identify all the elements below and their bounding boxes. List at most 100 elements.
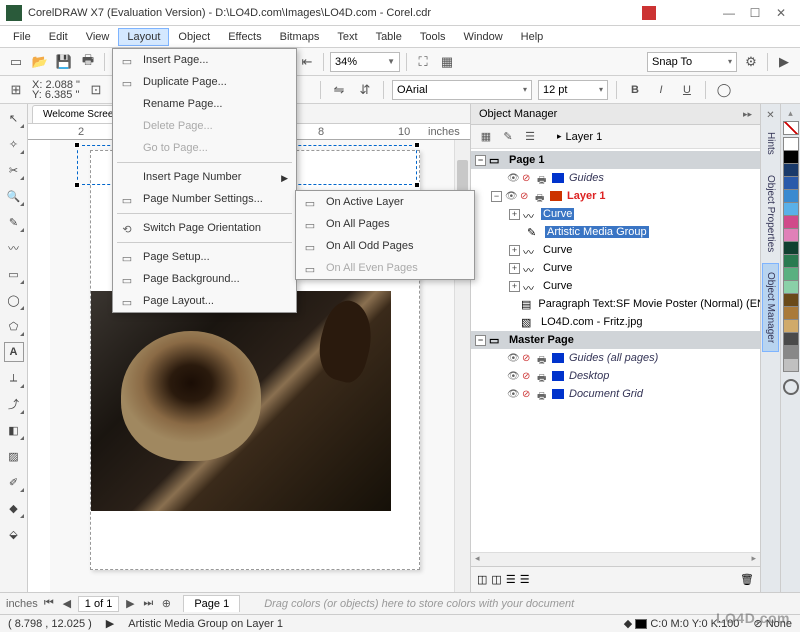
layout-menu-dropdown[interactable]: ▭Insert Page...▭Duplicate Page...Rename … [112,48,297,313]
connector-tool-icon[interactable]: ⤴ [4,394,24,414]
tree-guides-all[interactable]: Guides (all pages) [567,352,660,364]
tree-layer1[interactable]: Layer 1 [565,190,608,202]
smart-fill-tool-icon[interactable]: ⬙ [4,524,24,544]
maximize-button[interactable]: ☐ [742,3,768,23]
tree-page1[interactable]: Page 1 [507,154,546,166]
menu-item[interactable]: Insert Page Number▶ [113,166,296,188]
submenu-item[interactable]: ▭On All Pages [296,213,474,235]
tree-paragraph-text[interactable]: Paragraph Text:SF Movie Poster (Normal) … [536,298,760,310]
color-swatch[interactable] [783,202,799,216]
hints-tab[interactable]: Hints [762,123,779,164]
submenu-item[interactable]: ▭On Active Layer [296,191,474,213]
new-master-icon[interactable]: ◫ [491,573,501,586]
transparency-tool-icon[interactable]: ▨ [4,446,24,466]
layer-mgr-icon[interactable]: ☰ [521,128,539,146]
close-dock-icon[interactable]: ✕ [766,110,774,121]
object-manager-tab[interactable]: Object Manager [762,263,779,352]
menu-bitmaps[interactable]: Bitmaps [271,28,329,46]
color-swatch[interactable] [783,280,799,294]
ellipse-icon[interactable]: ◯ [714,80,734,100]
no-fill-swatch[interactable] [783,121,799,135]
eyedropper-tool-icon[interactable]: ✐ [4,472,24,492]
color-swatch[interactable] [783,150,799,164]
print-icon[interactable]: 🖶 [78,52,98,72]
delete-icon[interactable]: 🗑 [740,573,754,586]
color-swatch[interactable] [783,345,799,359]
options-icon[interactable]: ⚙ [741,52,761,72]
export-icon[interactable]: ⇤ [297,52,317,72]
menu-item[interactable]: ▭Page Setup... [113,246,296,268]
menu-text[interactable]: Text [328,28,366,46]
menu-object[interactable]: Object [169,28,219,46]
ellipse-tool-icon[interactable]: ◯ [4,290,24,310]
artistic-media-tool-icon[interactable]: 〰 [4,238,24,258]
new-layer2-icon[interactable]: ☰ [506,573,516,586]
underline-icon[interactable]: U [677,80,697,100]
prev-page-icon[interactable]: ◀ [60,597,74,610]
play-icon[interactable]: ▶ [106,617,114,630]
mirror-h-icon[interactable]: ⇋ [329,80,349,100]
color-swatch[interactable] [783,176,799,190]
menu-file[interactable]: File [4,28,40,46]
show-props-icon[interactable]: ▦ [477,128,495,146]
open-icon[interactable]: 📂 [30,52,50,72]
new-layer-icon[interactable]: ◫ [477,573,487,586]
rulers-icon[interactable]: ▦ [437,52,457,72]
font-combo[interactable]: O Arial▾ [392,80,532,100]
color-swatch[interactable] [783,332,799,346]
next-page-icon[interactable]: ▶ [123,597,137,610]
tree-curve[interactable]: Curve [541,244,574,256]
object-properties-tab[interactable]: Object Properties [762,166,779,261]
menu-effects[interactable]: Effects [219,28,270,46]
menu-edit[interactable]: Edit [40,28,77,46]
crop-tool-icon[interactable]: ✂ [4,160,24,180]
color-swatch[interactable] [783,254,799,268]
save-icon[interactable]: 💾 [54,52,74,72]
color-swatch[interactable] [783,215,799,229]
color-swatch[interactable] [783,358,799,372]
menu-tools[interactable]: Tools [411,28,455,46]
rectangle-tool-icon[interactable]: ▭ [4,264,24,284]
fill-tool-icon[interactable]: ◆ [4,498,24,518]
menu-help[interactable]: Help [512,28,553,46]
freehand-tool-icon[interactable]: ✎ [4,212,24,232]
launch-icon[interactable]: ▶ [774,52,794,72]
new-icon[interactable]: ▭ [6,52,26,72]
pick-tool-icon[interactable]: ↖ [4,108,24,128]
minimize-button[interactable]: — [716,3,742,23]
last-page-icon[interactable]: ⏭ [141,597,155,610]
tree-master-page[interactable]: Master Page [507,334,576,346]
page-number-submenu[interactable]: ▭On Active Layer▭On All Pages▭On All Odd… [295,190,475,280]
mirror-v-icon[interactable]: ⇵ [355,80,375,100]
color-swatch[interactable] [783,319,799,333]
zoom-combo[interactable]: 34%▼ [330,52,400,72]
submenu-item[interactable]: ▭On All Odd Pages [296,235,474,257]
menu-item[interactable]: ⟲Switch Page Orientation [113,217,296,239]
color-swatch[interactable] [783,293,799,307]
add-page-icon[interactable]: ⊕ [159,597,173,610]
dimension-tool-icon[interactable]: ⟂ [4,368,24,388]
menu-item[interactable]: ▭Page Background... [113,268,296,290]
menu-item[interactable]: ▭Duplicate Page... [113,71,296,93]
fullscreen-icon[interactable]: ⛶ [413,52,433,72]
menu-table[interactable]: Table [367,28,411,46]
tree-document-grid[interactable]: Document Grid [567,388,645,400]
menu-window[interactable]: Window [455,28,512,46]
new-layer3-icon[interactable]: ☰ [520,573,530,586]
menu-item[interactable]: ▭Page Number Settings... [113,188,296,210]
snap-combo[interactable]: Snap To▾ [647,52,737,72]
bold-icon[interactable]: B [625,80,645,100]
color-swatch[interactable] [783,241,799,255]
font-size-combo[interactable]: 12 pt▾ [538,80,608,100]
bitmap-image[interactable] [91,291,391,511]
color-swatch[interactable] [783,137,799,151]
tree-curve[interactable]: Curve [541,280,574,292]
menu-item[interactable]: ▭Page Layout... [113,290,296,312]
first-page-icon[interactable]: ⏮ [42,597,56,610]
tree-curve[interactable]: Curve [541,262,574,274]
panel-menu-icon[interactable]: ▸▸ [743,109,752,120]
menu-layout[interactable]: Layout [118,28,169,46]
polygon-tool-icon[interactable]: ⬠ [4,316,24,336]
color-swatch[interactable] [783,267,799,281]
edit-layers-icon[interactable]: ✎ [499,128,517,146]
